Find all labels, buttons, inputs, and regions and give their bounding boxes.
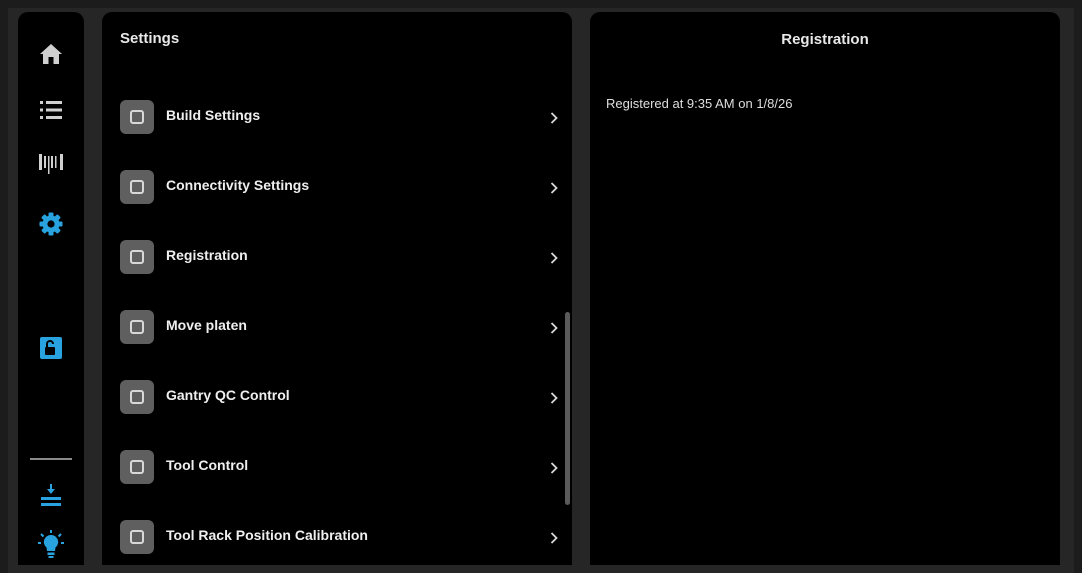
platen-lower-button[interactable] [18,476,84,516]
settings-item-registration[interactable]: Registration [102,222,572,292]
settings-item-icon [120,170,154,204]
settings-item-icon [120,450,154,484]
settings-item-icon [120,520,154,554]
chevron-right-icon [550,251,558,269]
lock-toggle-button[interactable] [18,328,84,368]
nav-rail [18,12,84,565]
chevron-right-icon [550,181,558,199]
registration-status-text: Registered at 9:35 AM on 1/8/26 [606,96,793,111]
settings-item-icon [120,310,154,344]
platen-lower-icon [39,484,63,508]
nav-list-button[interactable] [18,90,84,130]
detail-panel: Registration Registered at 9:35 AM on 1/… [590,12,1060,565]
settings-item-label: Gantry QC Control [166,387,290,403]
nav-barcode-button[interactable] [18,144,84,184]
settings-item-label: Connectivity Settings [166,177,310,193]
settings-item-icon [120,380,154,414]
gear-icon [39,212,63,236]
settings-item-build-settings[interactable]: Build Settings [102,82,572,152]
settings-item-tool-control[interactable]: Tool Control [102,432,572,502]
nav-settings-button[interactable] [18,204,84,244]
settings-item-label: Tool Rack Position Calibration [166,527,368,543]
settings-item-move-platen[interactable]: Move platen [102,292,572,362]
settings-item-icon [120,240,154,274]
barcode-icon [39,152,63,176]
light-toggle-button[interactable] [18,524,84,564]
list-icon [40,100,62,120]
settings-item-icon [120,100,154,134]
settings-title: Settings [120,30,180,47]
settings-item-label: Build Settings [166,107,261,123]
settings-list: Build Settings Connectivity Settings Reg… [102,82,572,565]
detail-title: Registration [781,31,869,48]
settings-item-label: Registration [166,247,248,263]
nav-divider [30,458,72,460]
settings-item-label: Move platen [166,317,247,333]
settings-panel: Settings Build Settings Connectivity Set… [102,12,572,565]
nav-home-button[interactable] [18,34,84,74]
settings-item-gantry-qc-control[interactable]: Gantry QC Control [102,362,572,432]
chevron-right-icon [550,111,558,129]
settings-item-tool-rack-position-calibration[interactable]: Tool Rack Position Calibration [102,502,572,565]
chevron-right-icon [550,321,558,339]
settings-scrollbar[interactable] [565,312,570,505]
chevron-right-icon [550,391,558,409]
settings-item-connectivity-settings[interactable]: Connectivity Settings [102,152,572,222]
chevron-right-icon [550,461,558,479]
lock-open-icon [40,337,62,359]
chevron-right-icon [550,531,558,549]
lightbulb-icon [38,530,64,558]
settings-item-label: Tool Control [166,457,249,473]
home-icon [39,43,63,65]
